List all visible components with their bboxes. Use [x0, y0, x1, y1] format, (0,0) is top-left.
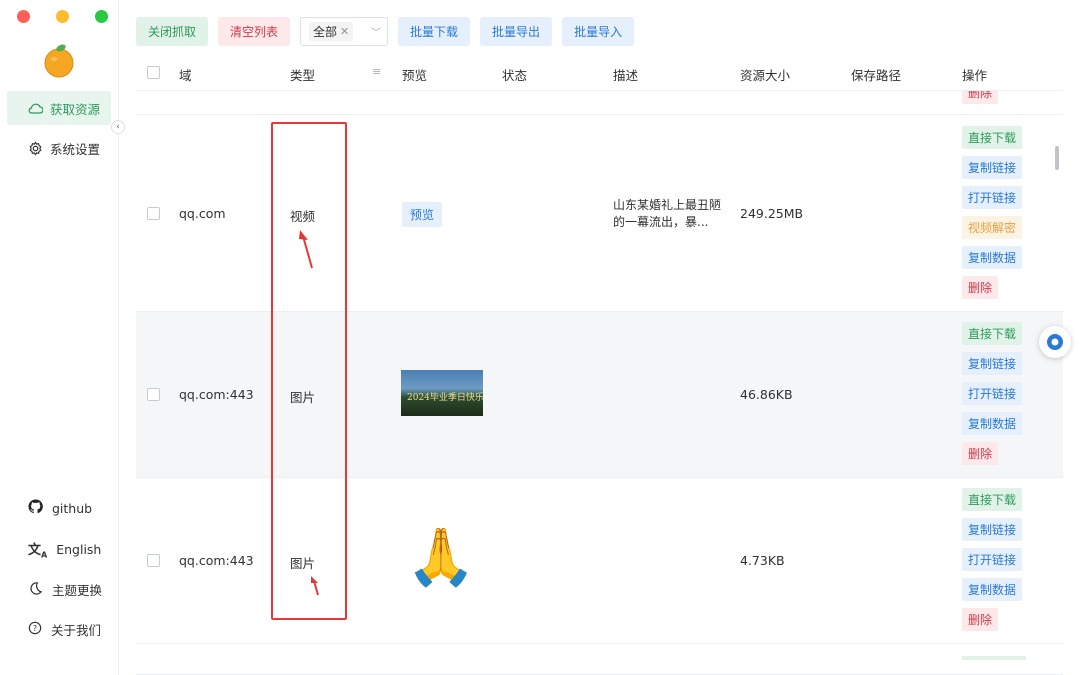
sidebar: 获取资源 系统设置 github 文A English 主题更换 ? 关于我们 — [0, 0, 119, 675]
chat-bubble-icon — [1047, 334, 1063, 350]
github-icon — [28, 499, 43, 517]
batch-export-button[interactable]: 批量导出 — [480, 17, 553, 46]
next-row-action-edge — [962, 656, 1026, 660]
row-domain: qq.com:443 — [179, 553, 254, 568]
copy-data-button[interactable]: 复制数据 — [962, 246, 1023, 269]
delete-button[interactable]: 删除 — [962, 442, 999, 465]
delete-button[interactable]: 删除 — [962, 91, 999, 104]
moon-icon — [28, 581, 43, 599]
annotation-arrow-icon — [299, 230, 313, 269]
about-us-link[interactable]: ? 关于我们 — [28, 620, 101, 639]
vertical-scrollbar[interactable] — [1055, 146, 1059, 170]
theme-label: 主题更换 — [52, 583, 103, 598]
toolbar: 关闭抓取 清空列表 全部 ✕ ﹀ 批量下载 批量导出 批量导入 — [136, 17, 635, 46]
header-domain: 域 — [179, 68, 192, 83]
header-preview: 预览 — [402, 68, 428, 83]
row-size: 249.25MB — [740, 206, 804, 221]
clear-list-button[interactable]: 清空列表 — [218, 17, 291, 46]
video-decrypt-button[interactable]: 视频解密 — [962, 216, 1023, 239]
minimize-window-button[interactable] — [56, 10, 69, 23]
batch-import-button[interactable]: 批量导入 — [562, 17, 635, 46]
header-save-path: 保存路径 — [851, 68, 902, 83]
preview-button[interactable]: 预览 — [402, 202, 443, 227]
thumbnail-caption: 2024毕业季日快乐 — [407, 393, 484, 403]
copy-data-button[interactable]: 复制数据 — [962, 412, 1023, 435]
copy-link-button[interactable]: 复制链接 — [962, 352, 1023, 375]
row-actions: 直接下载 复制链接 打开链接 视频解密 复制数据 删除 — [962, 126, 1023, 299]
praying-hands-preview[interactable]: 🙏 — [406, 522, 476, 594]
open-link-button[interactable]: 打开链接 — [962, 186, 1023, 209]
annotation-highlight-box — [271, 122, 347, 620]
header-size: 资源大小 — [740, 68, 791, 83]
translate-icon: 文A — [28, 543, 48, 560]
chevron-down-icon: ﹀ — [371, 28, 382, 39]
table-row — [136, 644, 1063, 675]
about-label: 关于我们 — [51, 623, 102, 638]
github-link[interactable]: github — [28, 499, 92, 517]
row-actions: 直接下载 复制链接 打开链接 复制数据 删除 — [962, 322, 1023, 465]
type-filter-select[interactable]: 全部 ✕ ﹀ — [300, 17, 389, 46]
delete-button[interactable]: 删除 — [962, 608, 999, 631]
close-icon[interactable]: ✕ — [340, 25, 349, 38]
row-size: 46.86KB — [740, 387, 793, 402]
nav-settings[interactable]: 系统设置 — [7, 131, 111, 165]
filter-tag: 全部 ✕ — [309, 22, 354, 41]
collapse-sidebar-button[interactable]: ‹ — [111, 120, 125, 134]
row-description: 山东某婚礼上最丑陋的一幕流出，暴... — [613, 198, 722, 229]
row-actions: 直接下载 复制链接 打开链接 复制数据 删除 — [962, 488, 1023, 631]
row-domain: qq.com — [179, 206, 226, 221]
window-controls — [17, 10, 108, 23]
row-checkbox[interactable] — [147, 388, 160, 401]
direct-download-button[interactable]: 直接下载 — [962, 488, 1023, 511]
delete-button[interactable]: 删除 — [962, 276, 999, 299]
header-status: 状态 — [502, 68, 528, 83]
language-label: English — [56, 541, 102, 557]
close-window-button[interactable] — [17, 10, 30, 23]
header-actions: 操作 — [962, 68, 988, 83]
close-capture-button[interactable]: 关闭抓取 — [136, 17, 209, 46]
nav-get-resources[interactable]: 获取资源 — [7, 91, 111, 125]
github-label: github — [52, 500, 93, 516]
nav-label: 系统设置 — [50, 141, 101, 157]
floating-assistant-button[interactable] — [1039, 326, 1071, 358]
language-switch[interactable]: 文A English — [28, 539, 101, 560]
cloud-icon — [27, 100, 43, 116]
filter-icon[interactable]: ≡ — [372, 65, 381, 78]
open-link-button[interactable]: 打开链接 — [962, 382, 1023, 405]
header-description: 描述 — [613, 68, 639, 83]
nav-label: 获取资源 — [50, 101, 101, 117]
gear-icon — [27, 140, 43, 156]
svg-text:?: ? — [33, 624, 37, 633]
copy-link-button[interactable]: 复制链接 — [962, 518, 1023, 541]
annotation-arrow-icon — [311, 576, 319, 596]
filter-tag-label: 全部 — [313, 25, 338, 39]
help-icon: ? — [28, 621, 42, 638]
direct-download-button[interactable]: 直接下载 — [962, 126, 1023, 149]
table-header: 域 类型 ≡ 预览 状态 描述 资源大小 保存路径 操作 — [136, 55, 1063, 91]
copy-link-button[interactable]: 复制链接 — [962, 156, 1023, 179]
row-size: 4.73KB — [740, 553, 785, 568]
maximize-window-button[interactable] — [95, 10, 108, 23]
table-row: 删除 — [136, 91, 1063, 115]
theme-switch[interactable]: 主题更换 — [28, 580, 102, 599]
orange-logo-icon — [44, 44, 74, 78]
direct-download-button[interactable]: 直接下载 — [962, 322, 1023, 345]
row-domain: qq.com:443 — [179, 387, 254, 402]
preview-thumbnail[interactable]: 2024毕业季日快乐 — [401, 370, 484, 416]
header-type: 类型 — [290, 68, 316, 83]
row-checkbox[interactable] — [147, 207, 160, 220]
copy-data-button[interactable]: 复制数据 — [962, 578, 1023, 601]
row-checkbox[interactable] — [147, 554, 160, 567]
open-link-button[interactable]: 打开链接 — [962, 548, 1023, 571]
batch-download-button[interactable]: 批量下载 — [398, 17, 471, 46]
resource-table: 域 类型 ≡ 预览 状态 描述 资源大小 保存路径 操作 删除 qq.com 视… — [136, 55, 1063, 675]
select-all-checkbox[interactable] — [147, 66, 160, 79]
